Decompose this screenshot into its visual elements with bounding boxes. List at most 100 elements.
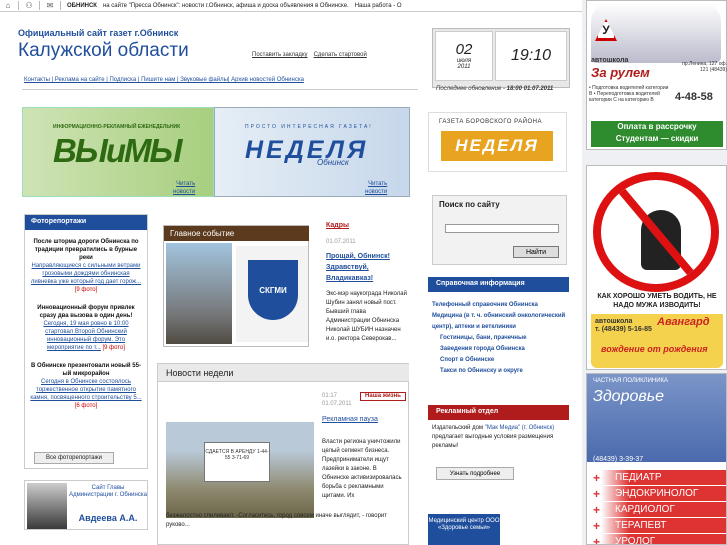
prohibition-slash — [614, 183, 711, 284]
learn-more-button[interactable]: Узнать подробнее — [436, 467, 514, 480]
category-badge[interactable]: Наша жизнь — [360, 392, 406, 401]
portrait-photo — [27, 483, 67, 529]
ad-department: Рекламный отдел Издательский дом "Мак Ме… — [428, 405, 569, 485]
site-title: Калужской области — [18, 40, 189, 61]
banner-logo: НЕДЕЛЯ — [441, 131, 553, 161]
list-item[interactable]: В Обнинске презентовали новый 55-ый микр… — [25, 362, 147, 410]
list-item: УРОЛОГ — [587, 534, 726, 544]
top-nav[interactable]: Контакты | Реклама на сайте | Подписка |… — [24, 77, 304, 83]
read-label: Читать — [368, 181, 388, 187]
homepage-link[interactable]: Сделать стартовой — [314, 52, 367, 58]
school-name: За рулем — [591, 65, 650, 80]
nav-links[interactable]: Контакты | Реклама на сайте | Подписка |… — [24, 77, 304, 83]
weekly-news: Новости недели СДАЕТСЯ В АРЕНДУ 1-44-55 … — [157, 363, 409, 545]
photo-reports-title: Фоторепортажи — [25, 215, 147, 230]
banner-tag: ПРОСТО ИНТЕРЕСНАЯ ГАЗЕТА! — [245, 124, 373, 130]
news-time: 01:17 — [322, 393, 338, 399]
ad-department-title: Рекламный отдел — [428, 405, 569, 420]
news-headline[interactable]: Рекламная пауза — [322, 416, 378, 423]
clinic-phone: (48439) 3-39-37 — [593, 456, 644, 463]
news-text: Экс-мэр наукограда Николай Шубин занял н… — [326, 291, 407, 342]
offer-1: Оплата в рассрочку — [617, 122, 697, 131]
kadry-news: Кадры 01.07.2011 Прощай, Обнинск! Здравс… — [326, 222, 410, 344]
header-links: Поставить закладку Сделать стартовой — [252, 52, 367, 58]
ad-autoschool-avangard[interactable]: КАК ХОРОШО УМЕТЬ ВОДИТЬ, НЕ НАДО МУЖА ИЗ… — [586, 165, 727, 370]
mail-icon[interactable]: ✉ — [46, 1, 54, 10]
banner-logo: НЕДЕЛЯ — [245, 136, 369, 164]
ad-phone: 4-48-58 — [675, 91, 713, 103]
ad-brand: Авангард — [657, 316, 710, 328]
bookmark-link[interactable]: Поставить закладку — [252, 52, 308, 58]
banner-nedelya[interactable]: ПРОСТО ИНТЕРЕСНАЯ ГАЗЕТА! НЕДЕЛЯ Обнинск… — [214, 107, 410, 197]
news-date: 01.07.2011 — [326, 239, 356, 245]
reference-link[interactable]: Заведения города Обнинска — [432, 344, 569, 355]
ad-contact: автошкола т. (48439) 5-16-85 — [595, 318, 652, 334]
category-link[interactable]: Кадры — [326, 222, 410, 229]
reference-link[interactable]: Спорт в Обнинске — [432, 355, 569, 366]
home-icon[interactable]: ⌂ — [4, 1, 12, 10]
updated-value: 18:00 01.07.2011 — [506, 86, 554, 92]
list-item: КАРДИОЛОГ — [587, 502, 726, 517]
reference-link[interactable]: Телефонный справочник Обнинска — [432, 300, 569, 311]
item-count: [6 фото] — [74, 403, 98, 409]
event-photo[interactable] — [166, 243, 232, 344]
date-clock-widget: 02 июля 2011 19:10 — [432, 28, 570, 88]
banner-tag: ГАЗЕТА БОРОВСКОГО РАЙОНА — [439, 119, 543, 125]
item-title: В Обнинске презентовали новый 55-ый микр… — [31, 363, 141, 377]
list-item[interactable]: Инновационный форум привлек сразу два вы… — [25, 304, 147, 352]
reference-link[interactable]: Такси по Обнинску и округе — [432, 366, 569, 377]
reference-link[interactable]: Гостиницы, бани, прачечные — [432, 333, 569, 344]
billboard-sign: СДАЕТСЯ В АРЕНДУ 1-44-55 3-71-69 — [204, 442, 270, 482]
search-box: Поиск по сайту Найти — [432, 195, 567, 265]
item-count: [9 фото] — [74, 287, 98, 293]
text-pre: Издательский дом — [432, 425, 484, 431]
clinic-type: ЧАСТНАЯ ПОЛИКЛИНИКА — [593, 378, 669, 384]
news-meta: 01:17 01.07.2011 — [322, 392, 352, 408]
ticker-job: Наша работа - О — [354, 2, 402, 9]
banner-vy-i-my[interactable]: ИНФОРМАЦИОННО-РЕКЛАМНЫЙ ЕЖЕНЕДЕЛЬНИК ВЫи… — [22, 107, 214, 197]
main-event-title: Главное событие — [164, 226, 309, 241]
banner-title: Сайт Главы Администрации г. Обнинска — [69, 485, 147, 498]
search-button[interactable]: Найти — [513, 246, 559, 258]
banner-read-link[interactable]: Читать новости — [173, 180, 195, 196]
news-text: Власти региона уничтожили целый сегмент … — [322, 439, 402, 499]
ad-tagline: вождение от рождения — [601, 344, 708, 354]
read-label: Читать — [176, 181, 196, 187]
reference-info: Справочная информация Телефонный справоч… — [428, 277, 569, 403]
news-headline[interactable]: Прощай, Обнинск! Здравствуй, Владикавказ… — [326, 251, 410, 284]
banner-read-link[interactable]: Читать новости — [365, 180, 387, 196]
text-post: предлагает выгодные условия размещения р… — [432, 434, 554, 449]
ad-autoschool-zarulem[interactable]: У автошкола За рулем пр.Ленина, 127 оф. 1… — [586, 0, 727, 150]
ad-polyclinic[interactable]: ЧАСТНАЯ ПОЛИКЛИНИКА Здоровье (48439) 3-3… — [586, 373, 727, 545]
ad-phone: т. (48439) 5-16-85 — [595, 326, 652, 333]
list-item: ТЕРАПЕВТ — [587, 518, 726, 533]
banner-name: Авдеева А.А. — [78, 513, 138, 523]
medcenter-banner[interactable]: Медицинский центр ООО «Здоровье семьи» — [428, 514, 500, 545]
publisher-link[interactable]: "Мак Медиа" (г. Обнинск) — [485, 425, 555, 431]
top-ticker: ⌂ ⚇ ✉ ОБНИНСК на сайте "Пресса Обнинск":… — [0, 0, 582, 12]
list-item: ПЕДИАТР — [587, 470, 726, 485]
search-title: Поиск по сайту — [439, 200, 500, 209]
clinic-name: Здоровье — [593, 388, 665, 405]
ticker-city: ОБНИНСК — [67, 2, 97, 9]
ad-title: автошкола За рулем — [591, 55, 651, 89]
date-day: 02 — [455, 41, 473, 58]
sitemap-icon[interactable]: ⚇ — [25, 1, 33, 10]
item-link[interactable]: Сегодня в Обнинске состоялось торжествен… — [30, 379, 141, 401]
reference-link[interactable]: Медицина (в т. ч. обнинский онкологическ… — [432, 311, 569, 333]
list-item[interactable]: После шторма дороги Обнинска по традиции… — [25, 238, 147, 294]
banner-borovsk[interactable]: ГАЗЕТА БОРОВСКОГО РАЙОНА НЕДЕЛЯ — [428, 112, 567, 172]
news-text-continued: безжалостно спиливают. -Согласитесь, гор… — [166, 513, 388, 528]
item-count: [9 фото] — [102, 345, 125, 351]
news-date: 01.07.2011 — [322, 401, 352, 407]
clinic-header: ЧАСТНАЯ ПОЛИКЛИНИКА Здоровье (48439) 3-3… — [587, 374, 726, 463]
search-input[interactable] — [445, 224, 559, 233]
shield-icon: СКГМИ — [248, 260, 298, 320]
all-photo-reports-button[interactable]: Все фоторепортажи — [34, 452, 114, 464]
prohibition-sign-icon — [593, 172, 719, 292]
photo-reports: Фоторепортажи После шторма дороги Обнинс… — [24, 214, 148, 469]
head-admin-banner[interactable]: Сайт Главы Администрации г. Обнинска Авд… — [24, 480, 148, 530]
item-link[interactable]: Направляющиеся с сильными ветрами грозов… — [31, 263, 141, 285]
weekly-news-title: Новости недели — [158, 364, 409, 382]
last-updated: Последнее обновление - 18:00 01.07.2011 — [436, 86, 553, 92]
